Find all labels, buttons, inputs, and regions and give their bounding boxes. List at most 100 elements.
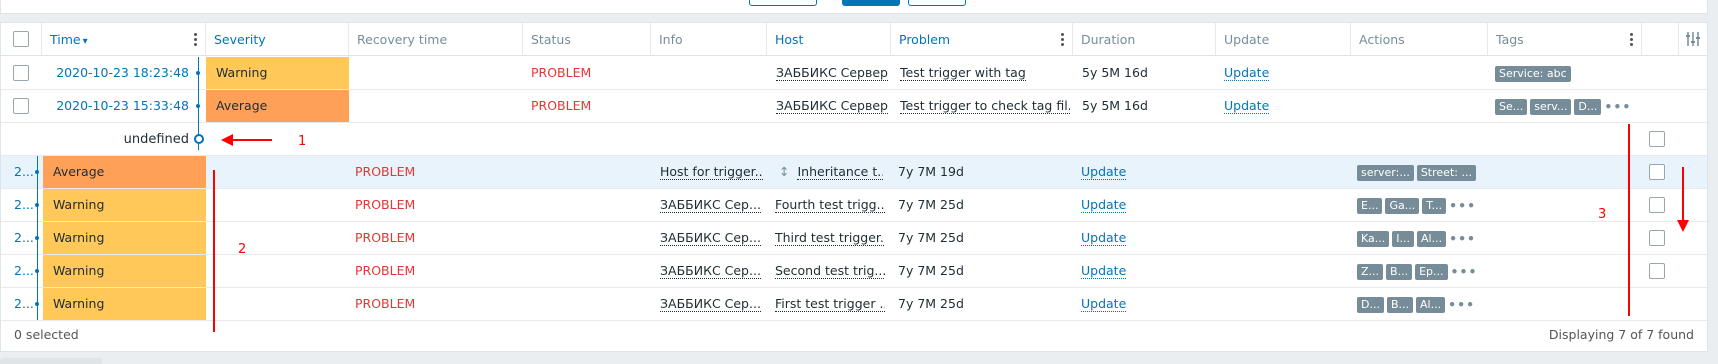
- filter-apply-button[interactable]: [842, 0, 900, 6]
- info-cell[interactable]: ЗАББИКС Сер...: [660, 189, 763, 221]
- update-cell[interactable]: Update: [1081, 288, 1201, 320]
- event-time-link[interactable]: 2...: [14, 189, 36, 221]
- tags-cell: Z... B... Ep... •••: [1357, 255, 1507, 287]
- update-cell[interactable]: Update: [1081, 222, 1201, 254]
- event-time-link[interactable]: 2...: [14, 222, 36, 254]
- more-tags-icon[interactable]: •••: [1449, 190, 1476, 222]
- update-link[interactable]: Update: [1081, 231, 1127, 246]
- info-cell[interactable]: ЗАББИКС Сер...: [660, 222, 763, 254]
- row-checkbox[interactable]: [1649, 263, 1665, 279]
- problem-cell[interactable]: Test trigger to check tag fil...: [900, 90, 1070, 122]
- host-cell[interactable]: ЗАББИКС Сервер: [776, 57, 888, 89]
- tag-badge[interactable]: server:...: [1357, 164, 1414, 181]
- host-cell[interactable]: Second test trig...: [775, 255, 885, 287]
- tag-badge[interactable]: T...: [1422, 197, 1447, 214]
- host-link[interactable]: ЗАББИКС Сервер: [776, 99, 888, 114]
- host-link[interactable]: Third test trigger...: [775, 231, 885, 246]
- update-link[interactable]: Update: [1081, 198, 1127, 213]
- tag-badge[interactable]: Se...: [1495, 98, 1528, 115]
- tag-badge[interactable]: Ep...: [1415, 263, 1448, 280]
- update-link[interactable]: Update: [1081, 297, 1127, 312]
- update-cell[interactable]: Update: [1224, 57, 1344, 89]
- host-cell[interactable]: Third test trigger...: [775, 222, 885, 254]
- column-tags-menu-icon[interactable]: [1630, 33, 1633, 46]
- more-tags-icon[interactable]: •••: [1449, 223, 1476, 255]
- column-problem-menu-icon[interactable]: [1061, 33, 1064, 46]
- tag-badge[interactable]: Ka...: [1357, 230, 1390, 247]
- info-cell[interactable]: Host for trigger...: [660, 156, 763, 188]
- more-tags-icon[interactable]: •••: [1604, 91, 1631, 123]
- host-cell[interactable]: First test trigger ...: [775, 288, 885, 320]
- host-link[interactable]: Fourth test trigg...: [775, 198, 885, 213]
- host-link[interactable]: Second test trig...: [775, 264, 885, 279]
- info-link[interactable]: ЗАББИКС Сер...: [660, 264, 761, 279]
- filter-reset-button[interactable]: [749, 0, 817, 6]
- update-cell[interactable]: Update: [1081, 189, 1201, 221]
- host-link[interactable]: First test trigger ...: [775, 297, 885, 312]
- tag-badge[interactable]: Street: ...: [1416, 164, 1476, 181]
- host-cell[interactable]: Fourth test trigg...: [775, 189, 885, 221]
- table-row[interactable]: 2020-10-23 15:33:48 Average PROBLEM ЗАББ…: [1, 90, 1707, 123]
- update-link[interactable]: Update: [1224, 99, 1270, 114]
- table-row[interactable]: 2... Warning PROBLEM ЗАББИКС Сер... Thir…: [1, 222, 1707, 255]
- tag-badge[interactable]: B...: [1386, 296, 1414, 313]
- row-checkbox[interactable]: [1649, 164, 1665, 180]
- update-cell[interactable]: Update: [1081, 255, 1201, 287]
- more-tags-icon[interactable]: •••: [1451, 256, 1478, 288]
- table-row[interactable]: 2... Warning PROBLEM ЗАББИКС Сер... Firs…: [1, 288, 1707, 321]
- row-checkbox[interactable]: [13, 98, 29, 114]
- row-checkbox[interactable]: [13, 65, 29, 81]
- filter-save-button[interactable]: [908, 0, 966, 6]
- tag-badge[interactable]: Service: abc: [1495, 65, 1571, 82]
- tag-badge[interactable]: E...: [1357, 197, 1383, 214]
- column-time-menu-icon[interactable]: [194, 33, 197, 46]
- update-cell[interactable]: Update: [1081, 156, 1201, 188]
- info-link[interactable]: ЗАББИКС Сер...: [660, 198, 761, 213]
- column-severity[interactable]: Severity: [206, 23, 349, 56]
- update-link[interactable]: Update: [1081, 264, 1127, 279]
- update-cell[interactable]: Update: [1224, 90, 1344, 122]
- event-time-link[interactable]: 2...: [14, 288, 36, 320]
- host-link[interactable]: ЗАББИКС Сервер: [776, 66, 888, 81]
- select-all-checkbox[interactable]: [13, 31, 29, 47]
- info-link[interactable]: ЗАББИКС Сер...: [660, 297, 761, 312]
- event-time-link[interactable]: 2...: [14, 255, 36, 287]
- problem-link[interactable]: Test trigger with tag: [900, 66, 1026, 81]
- column-settings-icon[interactable]: [1685, 31, 1701, 47]
- info-cell[interactable]: ЗАББИКС Сер...: [660, 255, 763, 287]
- tag-badge[interactable]: Al...: [1416, 296, 1446, 313]
- problem-cell[interactable]: Test trigger with tag: [900, 57, 1070, 89]
- tags-cell: server:... Street: ...: [1357, 156, 1507, 188]
- row-checkbox[interactable]: [1649, 197, 1665, 213]
- tag-badge[interactable]: Z...: [1357, 263, 1384, 280]
- column-problem[interactable]: Problem: [891, 23, 1073, 56]
- update-link[interactable]: Update: [1081, 165, 1127, 180]
- update-link[interactable]: Update: [1224, 66, 1270, 81]
- event-time-link[interactable]: 2020-10-23 15:33:48: [42, 90, 189, 122]
- tag-badge[interactable]: B...: [1386, 263, 1413, 280]
- more-tags-icon[interactable]: •••: [1448, 289, 1475, 321]
- tag-badge[interactable]: Al...: [1417, 230, 1447, 247]
- column-host[interactable]: Host: [767, 23, 891, 56]
- tag-badge[interactable]: D...: [1357, 296, 1384, 313]
- event-time-link[interactable]: 2020-10-23 18:23:48: [42, 57, 189, 89]
- table-row[interactable]: 2... Warning PROBLEM ЗАББИКС Сер... Four…: [1, 189, 1707, 222]
- problem-link[interactable]: Test trigger to check tag fil...: [900, 99, 1070, 114]
- info-link[interactable]: ЗАББИКС Сер...: [660, 231, 761, 246]
- tag-badge[interactable]: Ga...: [1385, 197, 1420, 214]
- tag-badge[interactable]: serv...: [1530, 98, 1572, 115]
- tag-badge[interactable]: D...: [1574, 98, 1602, 115]
- table-row[interactable]: 2... Average PROBLEM Host for trigger...…: [1, 156, 1707, 189]
- info-cell[interactable]: ЗАББИКС Сер...: [660, 288, 763, 320]
- tag-badge[interactable]: I...: [1392, 230, 1414, 247]
- host-cell[interactable]: ЗАББИКС Сервер: [776, 90, 888, 122]
- info-link[interactable]: Host for trigger...: [660, 165, 763, 180]
- host-cell[interactable]: ↕ Inheritance t...: [779, 156, 883, 188]
- column-time[interactable]: Time ▾: [42, 23, 206, 56]
- table-row[interactable]: 2020-10-23 18:23:48 Warning PROBLEM ЗАББ…: [1, 57, 1707, 90]
- row-checkbox[interactable]: [1649, 131, 1665, 147]
- host-link[interactable]: Inheritance t...: [797, 165, 883, 180]
- event-time-link[interactable]: 2...: [14, 156, 36, 188]
- row-checkbox[interactable]: [1649, 230, 1665, 246]
- table-row[interactable]: 2... Warning PROBLEM ЗАББИКС Сер... Seco…: [1, 255, 1707, 288]
